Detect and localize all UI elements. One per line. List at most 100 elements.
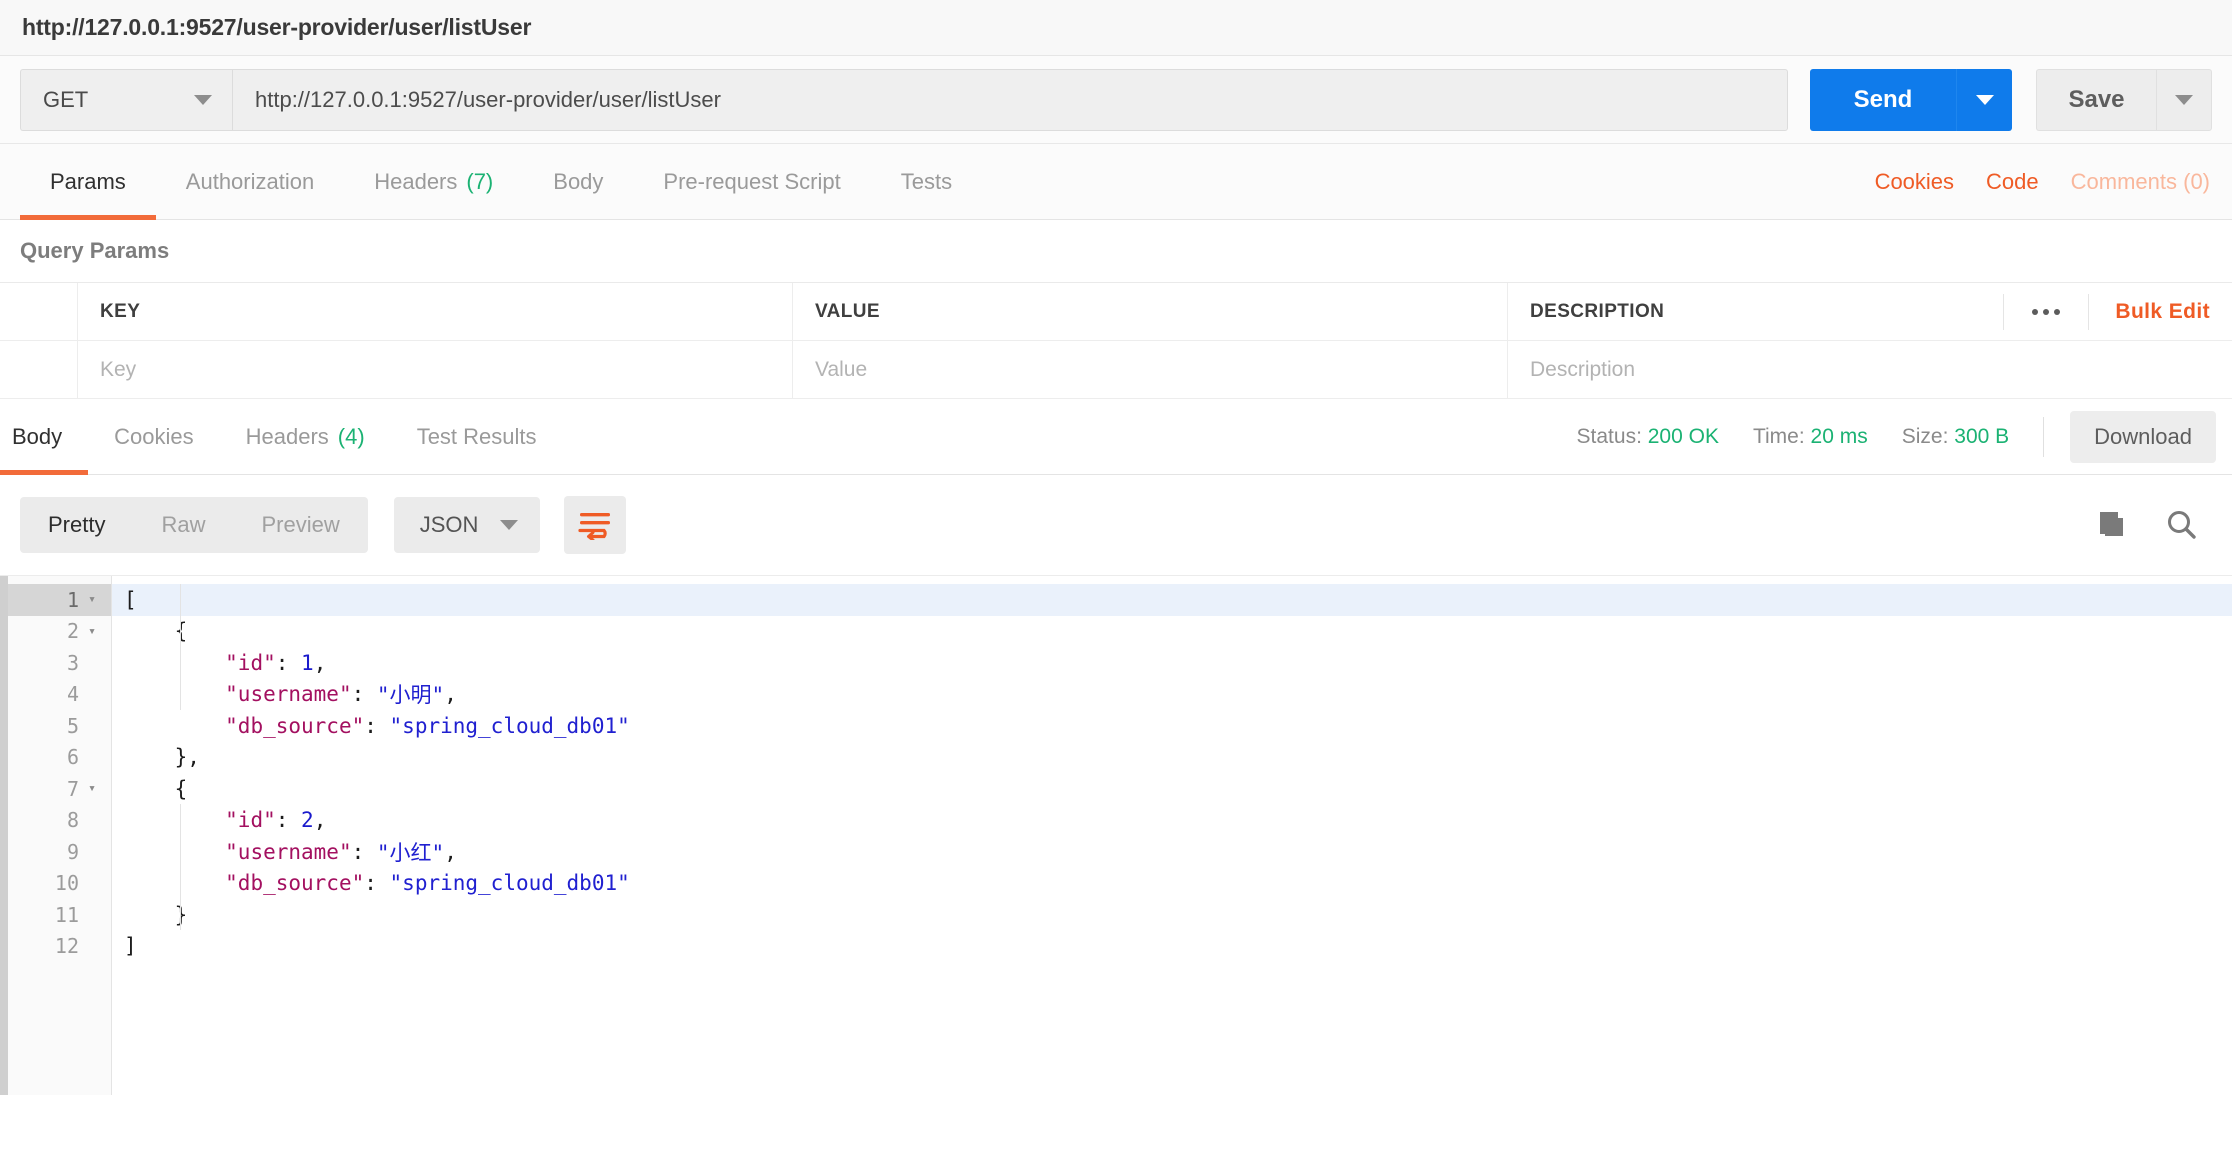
code-token: 1 (301, 650, 314, 675)
table-tools: Bulk Edit (2003, 283, 2232, 340)
more-options-icon[interactable] (2003, 293, 2088, 330)
code-token: "小红" (376, 840, 445, 865)
code-token: ] (124, 934, 137, 959)
code-token: { (124, 619, 188, 644)
line-number-label: 5 (66, 713, 79, 738)
chevron-down-icon (194, 94, 212, 105)
tab-label: Tests (900, 168, 953, 194)
view-mode-pretty[interactable]: Pretty (20, 497, 133, 553)
tab-label: Pre-request Script (663, 168, 841, 194)
fold-spacer: ▾ (83, 750, 101, 765)
time-value: 20 ms (1810, 424, 1868, 448)
query-params-heading: Query Params (0, 220, 2232, 282)
fold-spacer: ▾ (83, 718, 101, 733)
line-number: 7 ▾ (8, 773, 111, 805)
code-token: "id" (225, 650, 276, 675)
line-number-label: 10 (54, 871, 79, 896)
fold-toggle-icon[interactable]: ▾ (83, 592, 101, 607)
fold-spacer: ▾ (83, 876, 101, 891)
code-line: "db_source": "spring_cloud_db01" (112, 868, 2232, 900)
json-code-content[interactable]: [ { "id": 1, "username": "小明", "db_sourc… (112, 576, 2232, 1095)
code-token: "id" (225, 808, 276, 833)
code-token: : (364, 871, 390, 896)
save-options-button[interactable] (2156, 68, 2212, 131)
http-method-select[interactable]: GET (20, 68, 232, 131)
line-number: 9▾ (8, 836, 111, 868)
line-number: 1 ▾ (8, 584, 111, 616)
tab-authorization[interactable]: Authorization (156, 144, 344, 219)
cookies-link[interactable]: Cookies (1859, 169, 1970, 195)
response-format-label: JSON (419, 512, 479, 537)
size-value: 300 B (1954, 424, 2010, 448)
column-header-description-label: DESCRIPTION (1530, 300, 1665, 322)
code-token: : (275, 650, 302, 675)
column-header-key: KEY (78, 283, 793, 340)
time-indicator: Time: 20 ms (1753, 425, 1868, 449)
response-tab-headers[interactable]: Headers (4) (220, 399, 391, 474)
window-titlebar: http://127.0.0.1:9527/user-provider/user… (0, 0, 2232, 56)
view-mode-segmented-control: Pretty Raw Preview (20, 497, 368, 553)
line-number: 10 ▾ (8, 868, 111, 900)
code-token: "spring_cloud_db01" (389, 713, 630, 738)
code-token: { (124, 776, 188, 801)
line-number: 2 ▾ (8, 616, 111, 648)
code-line: "username": "小明", (112, 679, 2232, 711)
fold-toggle-icon[interactable]: ▾ (83, 624, 101, 639)
code-line: "username": "小红", (112, 836, 2232, 868)
indent-guide (180, 804, 181, 930)
line-number: 12 ▾ (8, 931, 111, 963)
response-tab-cookies[interactable]: Cookies (88, 399, 219, 474)
fold-spacer: ▾ (83, 939, 101, 954)
code-line: } (112, 899, 2232, 931)
column-header-value: VALUE (793, 283, 1508, 340)
code-token: , (444, 682, 457, 707)
send-options-button[interactable] (1956, 68, 2012, 131)
indent-guide (180, 584, 181, 710)
table-row: Key Value Description (0, 341, 2232, 399)
bulk-edit-button[interactable]: Bulk Edit (2088, 293, 2232, 330)
url-input[interactable]: http://127.0.0.1:9527/user-provider/user… (232, 68, 1788, 131)
save-button[interactable]: Save (2036, 68, 2156, 131)
tab-label: Test Results (416, 423, 537, 449)
row-checkbox-cell[interactable] (0, 341, 78, 398)
download-button[interactable]: Download (2070, 410, 2216, 463)
code-token: , (313, 650, 327, 675)
response-tab-body[interactable]: Body (0, 399, 89, 475)
response-tab-test-results[interactable]: Test Results (391, 399, 563, 474)
vertical-scrollbar[interactable] (0, 576, 8, 1095)
line-number: 3▾ (8, 647, 111, 679)
tab-params[interactable]: Params (20, 144, 156, 220)
search-icon[interactable] (2164, 508, 2198, 542)
tab-label: Authorization (185, 168, 315, 194)
tab-tests[interactable]: Tests (871, 144, 982, 219)
view-mode-preview[interactable]: Preview (233, 497, 367, 553)
select-all-checkbox-cell[interactable] (0, 283, 78, 340)
tab-body[interactable]: Body (523, 144, 633, 219)
view-mode-raw[interactable]: Raw (133, 497, 233, 553)
response-toolbar-actions (2094, 508, 2212, 542)
status-indicator: Status: 200 OK (1577, 425, 1719, 449)
code-link[interactable]: Code (1970, 169, 2055, 195)
fold-spacer: ▾ (83, 655, 101, 670)
request-url-bar: GET http://127.0.0.1:9527/user-provider/… (0, 56, 2232, 144)
word-wrap-toggle[interactable] (564, 496, 627, 554)
param-value-input[interactable]: Value (793, 341, 1508, 398)
tab-headers[interactable]: Headers (7) (344, 144, 523, 219)
line-number-label: 1 (66, 587, 79, 612)
request-action-buttons: Send Save (1810, 68, 2212, 131)
tab-pre-request-script[interactable]: Pre-request Script (633, 144, 870, 219)
code-token: [ (124, 587, 137, 612)
copy-icon[interactable] (2094, 509, 2128, 541)
request-tabs: Params Authorization Headers (7) Body Pr… (0, 144, 2232, 220)
send-button[interactable]: Send (1810, 68, 1956, 131)
code-token: "小明" (376, 683, 445, 708)
line-number: 5▾ (8, 710, 111, 742)
response-format-select[interactable]: JSON (393, 497, 541, 553)
comments-link[interactable]: Comments (0) (2055, 169, 2226, 195)
param-key-input[interactable]: Key (78, 341, 793, 398)
param-description-input[interactable]: Description (1508, 341, 2232, 398)
line-number-label: 7 (66, 776, 79, 801)
fold-toggle-icon[interactable]: ▾ (83, 781, 101, 796)
